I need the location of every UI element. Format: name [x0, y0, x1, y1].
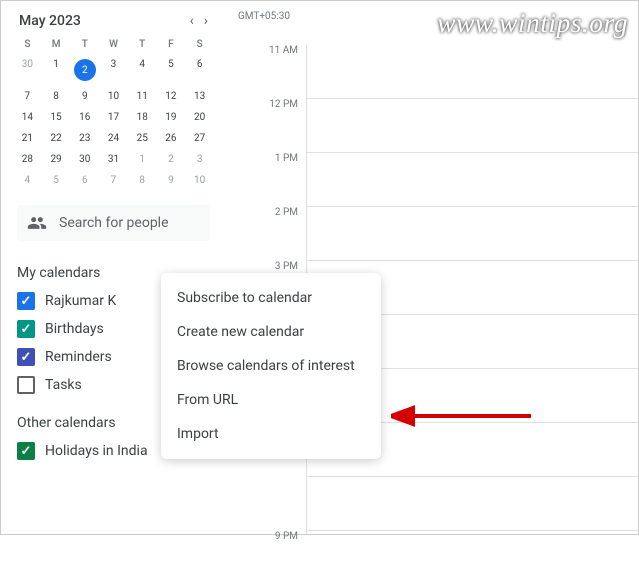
calendar-label: Birthdays: [45, 321, 104, 337]
calendar-checkbox[interactable]: [17, 442, 35, 460]
day-cell[interactable]: 13: [185, 86, 214, 107]
next-month-button[interactable]: ›: [204, 13, 208, 29]
week-row: 30123456: [13, 54, 214, 86]
day-cell[interactable]: 31: [99, 149, 128, 170]
day-cell[interactable]: 10: [99, 86, 128, 107]
day-cell[interactable]: 1: [128, 149, 157, 170]
dow-cell: M: [42, 35, 71, 54]
people-icon: [27, 213, 47, 233]
day-cell[interactable]: 18: [128, 107, 157, 128]
search-placeholder: Search for people: [59, 215, 169, 231]
day-cell[interactable]: 6: [185, 54, 214, 86]
menu-item[interactable]: Browse calendars of interest: [161, 349, 381, 383]
prev-month-button[interactable]: ‹: [190, 13, 194, 29]
day-cell[interactable]: 30: [70, 149, 99, 170]
day-cell[interactable]: 10: [185, 170, 214, 191]
dow-cell: S: [13, 35, 42, 54]
day-cell[interactable]: 29: [42, 149, 71, 170]
hour-label: 12 PM: [226, 99, 306, 153]
day-cell[interactable]: 9: [157, 170, 186, 191]
menu-item[interactable]: Create new calendar: [161, 315, 381, 349]
calendar-checkbox[interactable]: [17, 348, 35, 366]
dow-cell: W: [99, 35, 128, 54]
day-cell[interactable]: 21: [13, 128, 42, 149]
calendar-checkbox[interactable]: [17, 320, 35, 338]
hour-label: 11 AM: [226, 45, 306, 99]
calendar-label: Reminders: [45, 349, 112, 365]
calendar-label: Tasks: [45, 377, 82, 393]
day-cell[interactable]: 26: [157, 128, 186, 149]
dow-cell: T: [70, 35, 99, 54]
calendar-label: Holidays in India: [45, 443, 148, 459]
day-cell[interactable]: 12: [157, 86, 186, 107]
week-row: 28293031123: [13, 149, 214, 170]
day-cell[interactable]: 24: [99, 128, 128, 149]
day-cell[interactable]: 7: [99, 170, 128, 191]
week-row: 78910111213: [13, 86, 214, 107]
calendar-checkbox[interactable]: [17, 376, 35, 394]
week-row: 14151617181920: [13, 107, 214, 128]
hour-label: [226, 477, 306, 531]
day-cell[interactable]: 23: [70, 128, 99, 149]
day-cell[interactable]: 2: [157, 149, 186, 170]
calendar-checkbox[interactable]: [17, 292, 35, 310]
day-cell[interactable]: 19: [157, 107, 186, 128]
day-cell[interactable]: 3: [99, 54, 128, 86]
day-cell[interactable]: 27: [185, 128, 214, 149]
add-calendar-menu: Subscribe to calendarCreate new calendar…: [161, 273, 381, 459]
hour-label: 1 PM: [226, 153, 306, 207]
day-cell[interactable]: 4: [128, 54, 157, 86]
my-calendars-label: My calendars: [17, 265, 100, 281]
menu-item[interactable]: Subscribe to calendar: [161, 281, 381, 315]
menu-item[interactable]: From URL: [161, 383, 381, 417]
day-cell[interactable]: 9: [70, 86, 99, 107]
week-row: 21222324252627: [13, 128, 214, 149]
day-cell[interactable]: 4: [13, 170, 42, 191]
day-cell[interactable]: 11: [128, 86, 157, 107]
mini-calendar-header: May 2023 ‹ ›: [13, 9, 214, 35]
watermark: www.wintips.org: [437, 7, 628, 39]
day-cell[interactable]: 15: [42, 107, 71, 128]
day-cell[interactable]: 5: [157, 54, 186, 86]
day-cell[interactable]: 16: [70, 107, 99, 128]
calendar-label: Rajkumar K: [45, 293, 116, 309]
other-calendars-label: Other calendars: [17, 415, 116, 431]
search-people-input[interactable]: Search for people: [17, 205, 210, 241]
day-cell[interactable]: 25: [128, 128, 157, 149]
day-of-week-row: SMTWTFS: [13, 35, 214, 54]
month-nav: ‹ ›: [190, 13, 208, 29]
day-cell[interactable]: 8: [128, 170, 157, 191]
day-cell[interactable]: 7: [13, 86, 42, 107]
day-cell[interactable]: 2: [70, 54, 99, 86]
day-cell[interactable]: 6: [70, 170, 99, 191]
hour-label: 9 PM: [226, 531, 306, 585]
mini-calendar-grid: 3012345678910111213141516171819202122232…: [13, 54, 214, 191]
annotation-arrow: [391, 401, 541, 431]
timezone-label: GMT+05:30: [238, 11, 290, 22]
menu-item[interactable]: Import: [161, 417, 381, 451]
day-cell[interactable]: 28: [13, 149, 42, 170]
hour-label: 2 PM: [226, 207, 306, 261]
day-cell[interactable]: 1: [42, 54, 71, 86]
day-cell[interactable]: 5: [42, 170, 71, 191]
month-title: May 2023: [19, 13, 81, 29]
dow-cell: F: [157, 35, 186, 54]
day-cell[interactable]: 17: [99, 107, 128, 128]
dow-cell: S: [185, 35, 214, 54]
week-row: 45678910: [13, 170, 214, 191]
day-cell[interactable]: 14: [13, 107, 42, 128]
dow-cell: T: [128, 35, 157, 54]
day-cell[interactable]: 20: [185, 107, 214, 128]
day-cell[interactable]: 8: [42, 86, 71, 107]
day-cell[interactable]: 3: [185, 149, 214, 170]
day-cell[interactable]: 30: [13, 54, 42, 86]
day-cell[interactable]: 22: [42, 128, 71, 149]
